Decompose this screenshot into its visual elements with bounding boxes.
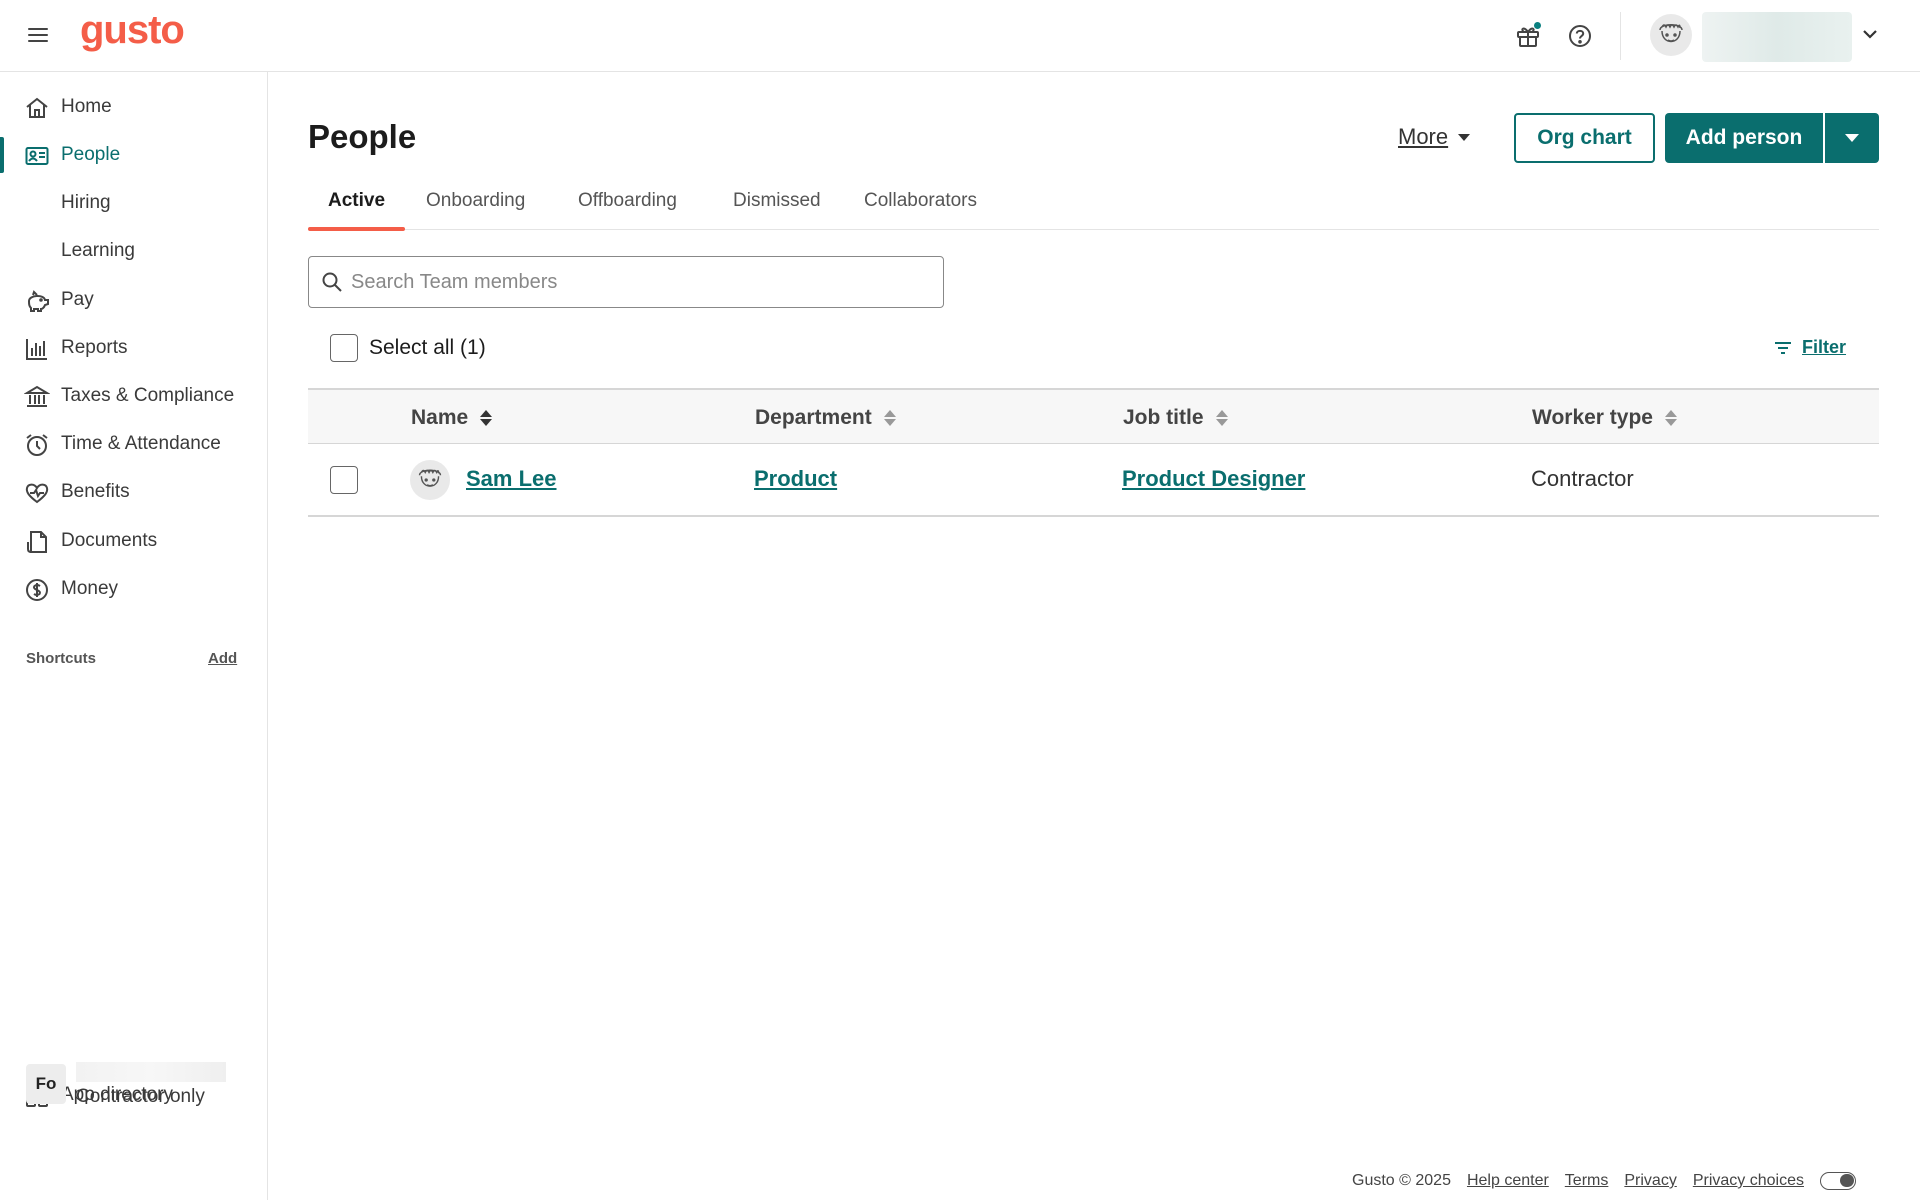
table-row: Sam Lee Product Product Designer Contrac… xyxy=(308,444,1879,517)
gift-icon[interactable] xyxy=(1514,21,1542,50)
bank-icon xyxy=(24,385,50,407)
people-card-icon xyxy=(25,147,49,165)
sidebar-item-hiring[interactable]: Hiring xyxy=(0,181,267,225)
top-bar: gusto xyxy=(0,0,1920,72)
gusto-logo[interactable]: gusto xyxy=(80,8,185,53)
sidebar-item-label: Home xyxy=(61,96,112,117)
hamburger-menu-icon[interactable] xyxy=(26,24,50,48)
column-header-label: Worker type xyxy=(1532,406,1653,429)
document-icon xyxy=(27,531,47,553)
table-header: Name Department Job title Worker type xyxy=(308,388,1879,444)
user-name-redacted[interactable] xyxy=(1702,12,1852,62)
help-center-link[interactable]: Help center xyxy=(1467,1172,1549,1190)
dollar-circle-icon xyxy=(26,579,48,601)
caret-down-icon xyxy=(1458,133,1471,141)
sidebar-item-reports[interactable]: Reports xyxy=(0,326,267,370)
sort-icon xyxy=(1215,410,1228,426)
sidebar-item-label: Pay xyxy=(61,289,94,310)
privacy-choices-toggle-icon[interactable] xyxy=(1819,1172,1856,1190)
sidebar-item-label: Learning xyxy=(61,240,135,261)
sidebar-item-label: People xyxy=(61,144,121,165)
sidebar-item-money[interactable]: Money xyxy=(0,567,267,611)
department-link[interactable]: Product xyxy=(754,466,837,492)
privacy-link[interactable]: Privacy xyxy=(1624,1172,1676,1190)
shortcuts-add-link[interactable]: Add xyxy=(208,650,237,667)
column-header-department[interactable]: Department xyxy=(755,406,896,430)
privacy-choices-link[interactable]: Privacy choices xyxy=(1693,1172,1804,1190)
more-label: More xyxy=(1398,124,1449,149)
select-all-checkbox[interactable] xyxy=(330,334,358,362)
home-icon xyxy=(26,97,48,118)
sidebar-item-label: Reports xyxy=(61,337,128,358)
people-tabs: Active Onboarding Offboarding Dismissed … xyxy=(307,186,1879,231)
chevron-down-icon[interactable] xyxy=(1860,24,1880,44)
user-avatar[interactable] xyxy=(1650,14,1692,56)
select-all-label: Select all (1) xyxy=(369,336,486,359)
page-title: People xyxy=(308,118,417,155)
tab-dismissed[interactable]: Dismissed xyxy=(733,190,821,230)
filter-button[interactable]: Filter xyxy=(1774,337,1846,358)
column-header-label: Department xyxy=(755,406,872,429)
column-header-worker-type[interactable]: Worker type xyxy=(1532,406,1677,430)
person-name-link[interactable]: Sam Lee xyxy=(466,466,557,492)
alarm-clock-icon xyxy=(26,434,48,456)
filter-label: Filter xyxy=(1802,337,1847,357)
search-input[interactable] xyxy=(351,259,931,305)
column-header-job-title[interactable]: Job title xyxy=(1123,406,1228,430)
company-plan-label: Contractor only xyxy=(76,1086,205,1107)
column-header-name[interactable]: Name xyxy=(411,406,493,430)
bar-chart-icon xyxy=(26,339,47,360)
sort-icon xyxy=(883,410,896,426)
sidebar-item-learning[interactable]: Learning xyxy=(0,229,267,273)
sidebar-item-pay[interactable]: Pay xyxy=(0,278,267,322)
add-person-button[interactable]: Add person xyxy=(1665,113,1823,163)
job-title-link[interactable]: Product Designer xyxy=(1122,466,1305,492)
sidebar-item-home[interactable]: Home xyxy=(0,85,267,129)
tab-collaborators[interactable]: Collaborators xyxy=(864,190,977,230)
search-box xyxy=(308,256,944,308)
sidebar-item-label: Hiring xyxy=(61,192,111,213)
avatar xyxy=(410,460,450,500)
piggy-bank-icon xyxy=(27,290,49,312)
sidebar-item-label: Taxes & Compliance xyxy=(61,385,235,406)
sort-icon xyxy=(1665,410,1677,426)
row-checkbox[interactable] xyxy=(330,466,358,494)
sort-icon xyxy=(480,410,493,426)
sidebar-item-benefits[interactable]: Benefits xyxy=(0,470,267,514)
sidebar-item-label: Documents xyxy=(61,530,158,551)
add-person-dropdown-button[interactable] xyxy=(1825,113,1879,163)
sidebar: Home People Hiring Learning Pay Reports … xyxy=(0,72,268,1200)
sidebar-item-label: Money xyxy=(61,578,119,599)
worker-type-value: Contractor xyxy=(1531,466,1634,491)
org-chart-button[interactable]: Org chart xyxy=(1514,113,1655,163)
sidebar-item-label: Time & Attendance xyxy=(61,433,221,454)
sidebar-item-taxes[interactable]: Taxes & Compliance xyxy=(0,374,267,418)
sidebar-item-documents[interactable]: Documents xyxy=(0,519,267,563)
column-header-label: Name xyxy=(411,406,469,429)
column-header-label: Job title xyxy=(1123,406,1204,429)
tab-offboarding[interactable]: Offboarding xyxy=(578,190,677,230)
heart-pulse-icon xyxy=(25,483,49,504)
more-dropdown-button[interactable]: More xyxy=(1398,124,1471,150)
company-initials-badge[interactable]: Fo xyxy=(26,1064,66,1104)
terms-link[interactable]: Terms xyxy=(1565,1172,1609,1190)
copyright-text: Gusto © 2025 xyxy=(1352,1172,1451,1189)
footer: Gusto © 2025 Help center Terms Privacy P… xyxy=(1352,1172,1856,1190)
shortcuts-label: Shortcuts xyxy=(26,650,97,667)
company-name-redacted[interactable] xyxy=(76,1062,226,1082)
topbar-divider xyxy=(1620,12,1621,60)
notification-dot xyxy=(1533,21,1542,30)
sidebar-item-time-attendance[interactable]: Time & Attendance xyxy=(0,422,267,466)
sidebar-item-people[interactable]: People xyxy=(0,133,267,177)
tab-active[interactable]: Active xyxy=(307,190,406,231)
caret-down-icon xyxy=(1845,134,1859,142)
tab-onboarding[interactable]: Onboarding xyxy=(426,190,525,230)
search-icon xyxy=(322,272,342,292)
filter-icon xyxy=(1775,341,1791,354)
help-icon[interactable] xyxy=(1566,22,1594,50)
sidebar-item-label: Benefits xyxy=(61,481,130,502)
